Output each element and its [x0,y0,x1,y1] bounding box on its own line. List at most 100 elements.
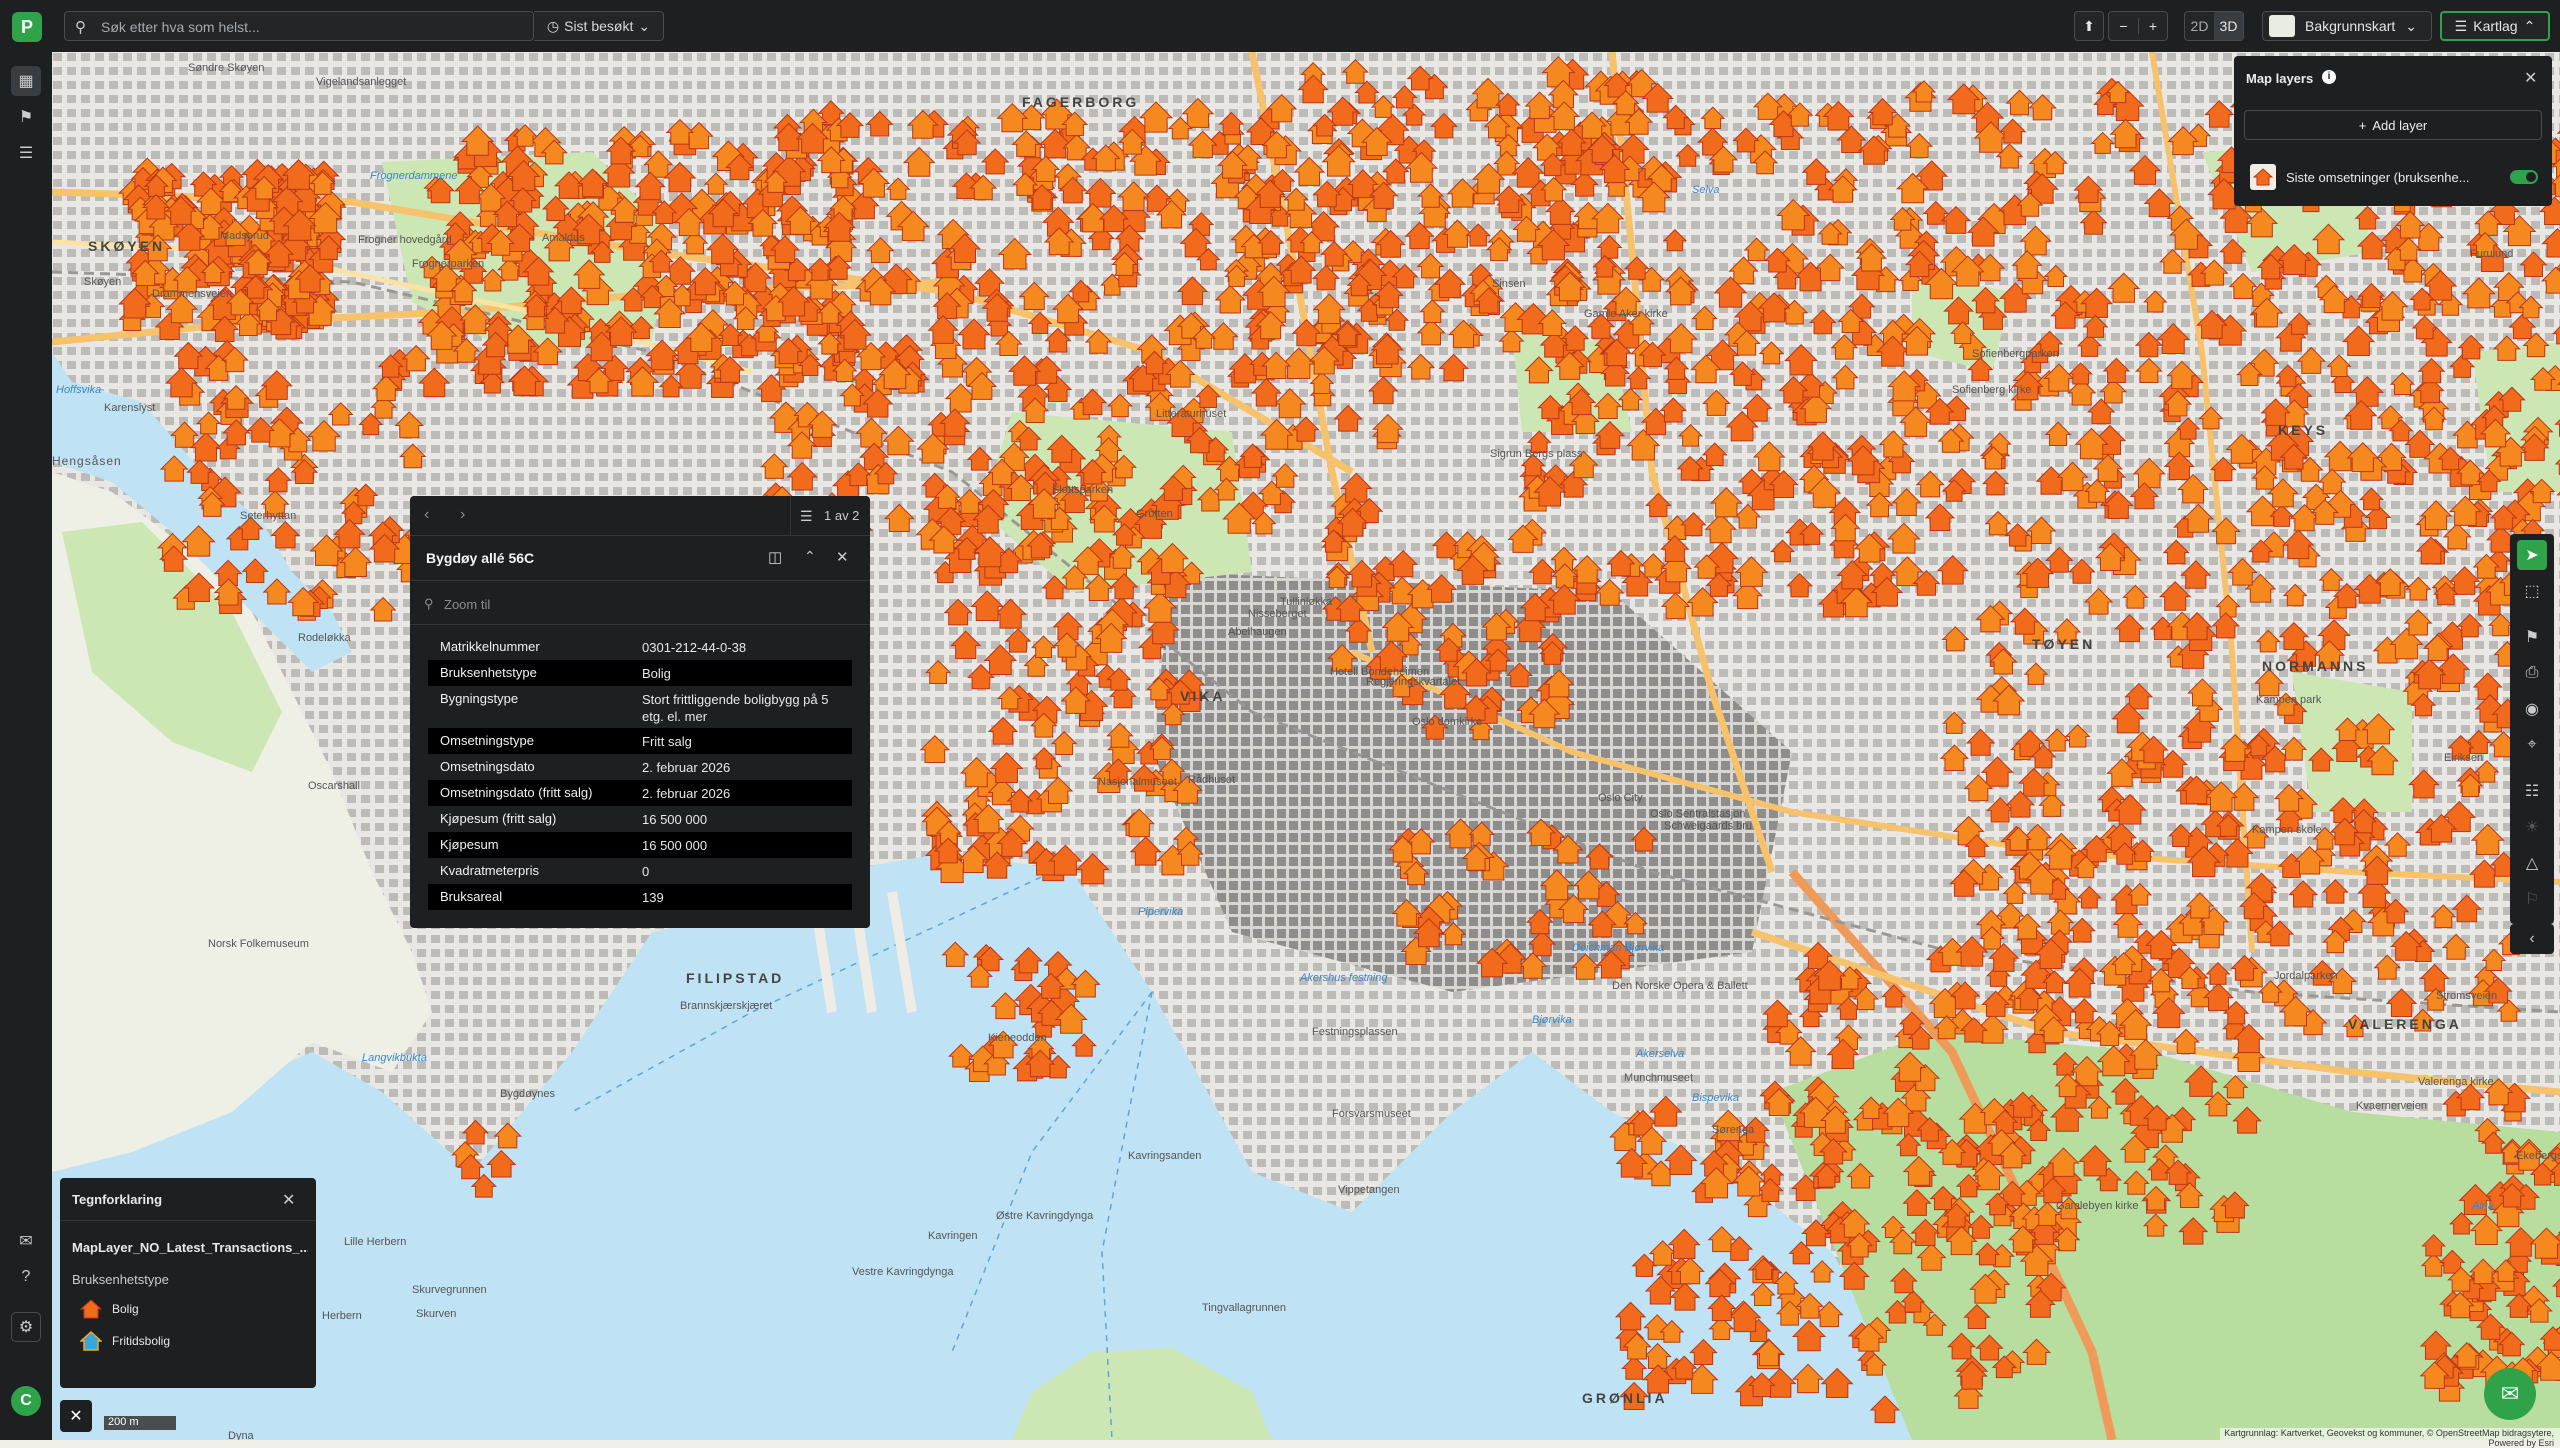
place-label: Amaldus [542,232,585,244]
layer-name[interactable]: Siste omsetninger (bruksenhe... [2286,170,2470,185]
recent-dropdown[interactable]: ◷ Sist besøkt ⌄ [534,11,664,41]
list-icon[interactable]: ☰ [11,138,41,168]
sun-icon[interactable]: ☀ [2517,812,2547,842]
place-label: Akerselva [1636,1048,1685,1060]
place-label: Oscarshall [308,780,360,792]
info-icon[interactable]: i [2322,70,2336,84]
place-label: Vestre Kavringdynga [852,1266,954,1278]
place-label: Alna [2472,1200,2495,1212]
zoom-out-button[interactable]: − [2109,18,2138,34]
print-icon[interactable]: ⎙ [2517,658,2547,688]
legend-divider [60,1220,316,1221]
attribute-key: Bruksenhetstype [440,665,537,680]
attribute-value: 16 500 000 [642,812,708,827]
dock-icon[interactable]: ◫ [768,548,782,566]
attribute-key: Kjøpesum (fritt salg) [440,811,557,826]
attribute-row: Omsetningsdato 2. februar 2026 [428,754,852,780]
place-label: Kavringsanden [1128,1150,1202,1162]
select-pointer-icon[interactable]: ➤ [2517,540,2547,570]
district-label: FAGERBORG [1022,94,1140,110]
left-sidebar: ▦ ⚑ ☰ ✉ ? ⚙ C [0,52,52,1440]
place-label: Schweigaards bru [1664,820,1753,832]
collapse-toolbar-button[interactable]: ‹ [2510,924,2554,954]
place-label: Kampen park [2256,694,2322,706]
collapse-icon[interactable]: ⌃ [804,548,816,565]
next-feature-button[interactable]: › [460,506,465,524]
layer-visibility-toggle[interactable] [2510,170,2538,184]
chevron-up-icon: ⌃ [2523,17,2536,34]
place-label: Den Norske Opera & Ballett [1612,980,1748,992]
list-icon[interactable]: ☰ [800,508,813,525]
app-logo[interactable]: P [12,12,42,42]
attribute-key: Bruksareal [440,889,503,904]
chat-support-button[interactable]: ✉ [2484,1368,2536,1420]
zoom-to-field[interactable]: ⚲ Zoom til [422,592,858,618]
add-layer-button[interactable]: + Add layer [2244,110,2542,140]
place-label: Norsk Folkemuseum [208,938,309,950]
chevron-down-icon: ⌄ [2405,17,2418,34]
place-label: Frognerdammene [370,170,458,182]
measure-icon[interactable]: △ [2517,848,2547,878]
attribute-row: Omsetningsdato (fritt salg) 2. februar 20… [428,780,852,806]
basemap-dropdown[interactable]: Bakgrunnskart ⌄ [2262,11,2432,41]
mode-3d-button[interactable]: 3D [2214,12,2243,40]
place-label: Eiriksen [2444,752,2484,764]
popup-title: Bygdøy allé 56C [426,550,535,566]
search-input[interactable]: Søk etter hva som helst... [101,19,260,35]
attribute-row: Kvadratmeterpris 0 [428,858,852,884]
attribute-value: 0301-212-44-0-38 [642,640,747,655]
attribute-key: Omsetningstype [440,733,534,748]
zoom-in-button[interactable]: + [2137,18,2167,34]
legend-panel: Tegnforklaring ✕ MapLayer_NO_Latest_Tran… [60,1178,316,1388]
map-view-icon[interactable]: ▦ [11,66,41,96]
stack-icon[interactable]: ☷ [2517,776,2547,806]
flag-icon[interactable]: ⚐ [2517,884,2547,914]
close-icon: ✕ [69,1408,83,1425]
camera-icon[interactable]: ◉ [2517,694,2547,724]
tag-icon[interactable]: ⚑ [11,102,41,132]
mode-2d-button[interactable]: 2D [2185,18,2214,34]
scale-bar: 200 m [104,1416,176,1430]
select-area-icon[interactable]: ⬚ [2517,576,2547,606]
close-legend-button[interactable]: ✕ [60,1400,92,1432]
attribution: Kartgrunnlag: Kartverket, Geovekst og ko… [2220,1428,2560,1448]
right-toolbar: ➤ ⬚ ⚑ ⎙ ◉ ⌖ ☷ ☀ △ ⚐ [2510,534,2554,924]
plus-icon: + [2358,117,2367,133]
chat-icon[interactable]: ✉ [11,1226,41,1256]
compass-icon: ⬆ [2083,17,2095,34]
attribute-row: Bruksareal 139 [428,884,852,910]
house-icon [2253,168,2273,186]
place-label: Kieneodden [988,1032,1047,1044]
attribute-row: Matrikkelnummer 0301-212-44-0-38 [428,634,852,660]
place-label: Oslo domkirke [1412,716,1483,728]
place-label: Frogner hovedgård [358,234,452,246]
layers-button[interactable]: ☰ Kartlag ⌃ [2440,11,2550,41]
attribute-key: Matrikkelnummer [440,639,540,654]
place-label: Nisseberget [1248,608,1307,620]
pager-count: 1 av 2 [824,508,860,523]
compass-button[interactable]: ⬆ [2074,11,2104,41]
district-label: TØYEN [2032,636,2096,652]
place-label: Brannskjærskjæret [680,1000,773,1012]
settings-icon[interactable]: ⚙ [11,1312,41,1342]
close-icon[interactable]: ✕ [282,1190,295,1210]
close-icon[interactable]: ✕ [836,548,849,566]
attribute-row: Bygningstype Stort frittliggende boligbyg… [428,686,852,728]
map-layers-panel: Map layers i ✕ + Add layer Siste omsetni… [2234,56,2552,206]
place-label: Hotell Bondeheimen [1330,666,1430,678]
bookmark-icon[interactable]: ⚑ [2517,622,2547,652]
prev-feature-button[interactable]: ‹ [424,506,429,524]
help-icon[interactable]: ? [11,1262,41,1292]
place-label: Furulund [2470,248,2514,260]
place-label: Munchmuseet [1624,1072,1694,1084]
close-icon[interactable]: ✕ [2524,68,2537,88]
place-label: Vippetangen [1338,1184,1400,1196]
attribute-value: 139 [642,890,664,905]
dimension-toggle: 2D 3D [2184,11,2244,41]
district-label: SKØYEN [88,238,166,254]
user-avatar[interactable]: C [11,1386,41,1416]
attribute-row: Bruksenhetstype Bolig [428,660,852,686]
place-label: Ekebergskogen [2516,1150,2560,1162]
search-box[interactable]: ⚲ Søk etter hva som helst... [64,11,534,41]
locate-icon[interactable]: ⌖ [2517,730,2547,760]
